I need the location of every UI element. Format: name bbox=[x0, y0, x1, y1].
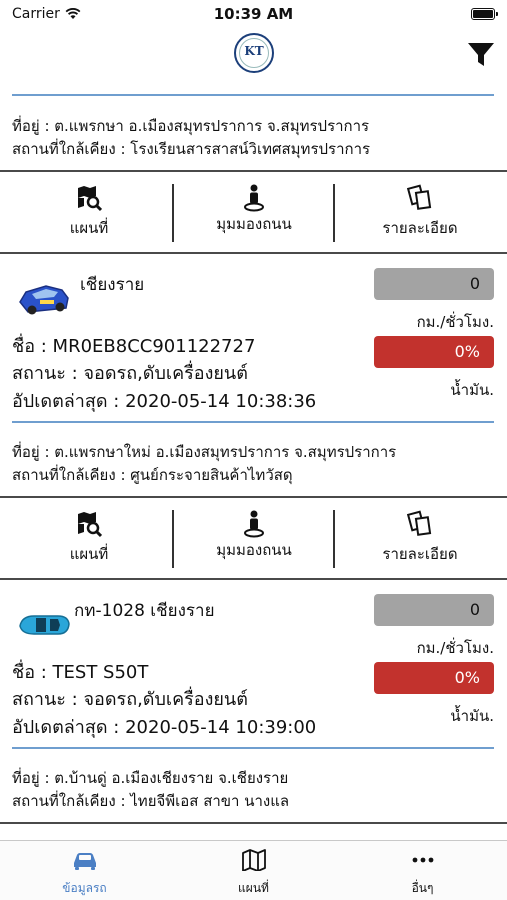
vehicle-list[interactable]: ที่อยู่ : ต.แพรกษา อ.เมืองสมุทรปราการ จ.… bbox=[0, 80, 507, 840]
map-search-icon bbox=[78, 186, 102, 212]
person-pin-icon bbox=[244, 510, 264, 538]
detail-label: รายละเอียด bbox=[382, 545, 458, 563]
map-label: แผนที่ bbox=[69, 545, 109, 563]
app-logo: KT bbox=[234, 33, 274, 73]
tab-bar: ข้อมูลรถ แผนที่ อื่นๆ bbox=[0, 840, 507, 900]
car-icon bbox=[19, 285, 69, 315]
documents-icon bbox=[407, 510, 432, 536]
divider bbox=[333, 510, 335, 568]
tab-more[interactable]: อื่นๆ bbox=[338, 841, 507, 900]
speed-value: 0 bbox=[374, 268, 494, 300]
detail-button[interactable]: รายละเอียด bbox=[336, 498, 504, 578]
clock: 10:39 AM bbox=[213, 5, 294, 23]
nearby-text: สถานที่ใกล้เคียง : ไทยจีพีเอส สาขา นางแล bbox=[12, 792, 290, 810]
map-icon bbox=[241, 849, 266, 871]
vehicle-card[interactable]: กท-1028 เชียงราย 0 กม./ชั่วโมง. 0% น้ำมั… bbox=[0, 580, 507, 750]
action-row: แผนที่ มุมมองถนน รายละเอียด bbox=[0, 172, 507, 252]
fuel-unit: น้ำมัน. bbox=[450, 381, 494, 399]
divider bbox=[12, 747, 494, 749]
tab-vehicle-info[interactable]: ข้อมูลรถ bbox=[0, 841, 169, 900]
divider bbox=[12, 94, 494, 96]
map-label: แผนที่ bbox=[69, 219, 109, 237]
vehicle-card[interactable]: เชียงราย 0 กม./ชั่วโมง. 0% น้ำมัน. ชื่อ … bbox=[0, 254, 507, 424]
speed-unit: กม./ชั่วโมง. bbox=[416, 639, 494, 657]
street-view-button[interactable]: มุมมองถนน bbox=[170, 172, 338, 252]
vehicle-name: กท-1028 เชียงราย bbox=[74, 601, 215, 621]
fuel-value: 0% bbox=[374, 662, 494, 694]
vehicle-status-text: สถานะ : จอดรถ,ดับเครื่องยนต์ bbox=[12, 363, 248, 384]
street-view-button[interactable]: มุมมองถนน bbox=[170, 498, 338, 578]
detail-label: รายละเอียด bbox=[382, 219, 458, 237]
divider bbox=[0, 822, 507, 824]
documents-icon bbox=[407, 184, 432, 210]
map-search-icon bbox=[78, 512, 102, 538]
person-pin-icon bbox=[244, 184, 264, 212]
last-update-text: อัปเดตล่าสุด : 2020-05-14 10:38:36 bbox=[12, 391, 317, 412]
nav-bar: KT bbox=[0, 30, 507, 80]
fuel-value: 0% bbox=[374, 336, 494, 368]
last-update-text: อัปเดตล่าสุด : 2020-05-14 10:39:00 bbox=[12, 717, 317, 738]
tab-map[interactable]: แผนที่ bbox=[169, 841, 338, 900]
address-text: ที่อยู่ : ต.แพรกษา อ.เมืองสมุทรปราการ จ.… bbox=[12, 117, 370, 135]
car-icon bbox=[19, 615, 70, 635]
speed-unit: กม./ชั่วโมง. bbox=[416, 313, 494, 331]
tab-more-label: อื่นๆ bbox=[411, 881, 434, 895]
vehicle-id-text: ชื่อ : TEST S50T bbox=[12, 662, 149, 683]
speed-value: 0 bbox=[374, 594, 494, 626]
nearby-text: สถานที่ใกล้เคียง : โรงเรียนสารสาสน์วิเทศ… bbox=[12, 140, 371, 158]
vehicle-id-text: ชื่อ : MR0EB8CC901122727 bbox=[12, 336, 256, 357]
street-view-label: มุมมองถนน bbox=[216, 541, 292, 559]
detail-button[interactable]: รายละเอียด bbox=[336, 172, 504, 252]
divider bbox=[12, 421, 494, 423]
address-text: ที่อยู่ : ต.บ้านดู่ อ.เมืองเชียงราย จ.เช… bbox=[12, 769, 289, 787]
divider bbox=[333, 184, 335, 242]
address-text: ที่อยู่ : ต.แพรกษาใหม่ อ.เมืองสมุทรปรากา… bbox=[12, 443, 397, 461]
fuel-unit: น้ำมัน. bbox=[450, 707, 494, 725]
tab-vehicle-label: ข้อมูลรถ bbox=[62, 881, 107, 895]
filter-icon[interactable] bbox=[465, 38, 497, 70]
street-view-label: มุมมองถนน bbox=[216, 215, 292, 233]
car-icon bbox=[73, 853, 96, 870]
battery-icon bbox=[471, 8, 498, 20]
more-icon bbox=[412, 857, 433, 863]
vehicle-status-text: สถานะ : จอดรถ,ดับเครื่องยนต์ bbox=[12, 689, 248, 710]
tab-map-label: แผนที่ bbox=[238, 881, 269, 895]
vehicle-name: เชียงราย bbox=[80, 275, 145, 295]
map-button[interactable]: แผนที่ bbox=[5, 498, 173, 578]
map-button[interactable]: แผนที่ bbox=[5, 172, 173, 252]
action-row: แผนที่ มุมมองถนน รายละเอียด bbox=[0, 498, 507, 578]
status-bar: Carrier 10:39 AM bbox=[0, 0, 507, 30]
nearby-text: สถานที่ใกล้เคียง : ศูนย์กระจายสินค้าไทวั… bbox=[12, 466, 293, 484]
